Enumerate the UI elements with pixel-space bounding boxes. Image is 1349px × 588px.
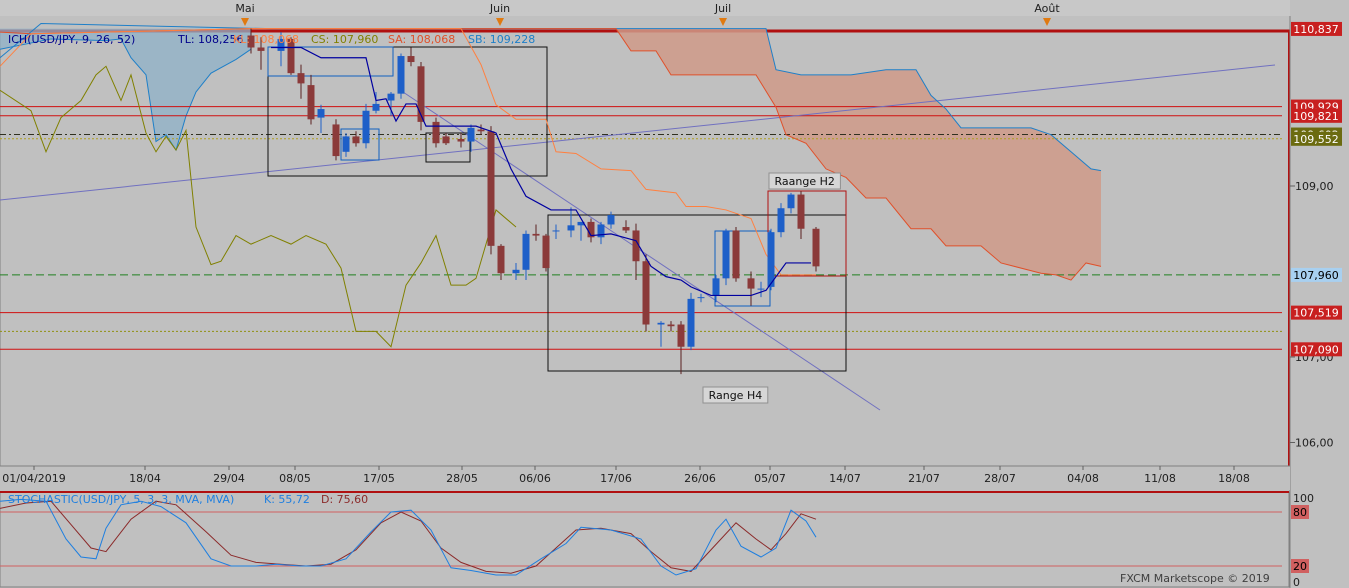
candle-body	[332, 124, 340, 157]
price-badge: 109,552	[1291, 131, 1342, 146]
annotation-range-h2[interactable]: Raange H2	[768, 172, 841, 190]
x-tick-label: 21/07	[908, 472, 940, 485]
stochastic-d-value: D: 75,60	[321, 493, 368, 506]
top-axis-bar	[0, 0, 1290, 16]
x-tick-label: 17/06	[600, 472, 632, 485]
candle-body	[712, 278, 720, 296]
stochastic-k-value: K: 55,72	[264, 493, 310, 506]
candle-body	[352, 136, 360, 144]
candle-body	[417, 66, 425, 122]
candle-body	[607, 215, 615, 225]
legend-value: SB: 109,228	[468, 33, 535, 46]
legend-symbol-label: ICH(USD/JPY, 9, 26, 52)	[8, 33, 135, 46]
y-tick-label: 109,00	[1295, 180, 1334, 193]
svg-text:Range H4: Range H4	[709, 389, 763, 402]
candle-body	[457, 138, 465, 142]
candle-body	[297, 73, 305, 84]
x-tick-label: 01/04/2019	[2, 472, 65, 485]
x-tick-label: 04/08	[1067, 472, 1099, 485]
candle-body	[257, 47, 265, 51]
candle-body	[777, 208, 785, 233]
month-label: Juil	[714, 2, 731, 15]
stochastic-axis-label: 20	[1293, 560, 1307, 573]
stochastic-axis-label: 100	[1293, 492, 1314, 505]
candle-body	[797, 194, 805, 229]
candle-body	[442, 136, 450, 144]
candle-body	[497, 245, 505, 274]
price-badge: 107,519	[1291, 305, 1342, 320]
svg-text:107,090: 107,090	[1293, 343, 1339, 356]
x-tick-label: 28/05	[446, 472, 478, 485]
candle-body	[397, 56, 405, 94]
candle-body	[697, 297, 705, 299]
svg-text:107,960: 107,960	[1293, 269, 1339, 282]
x-tick-label: 08/05	[279, 472, 311, 485]
x-tick-label: 17/05	[363, 472, 395, 485]
candle-body	[342, 136, 350, 152]
svg-text:109,821: 109,821	[1293, 110, 1339, 123]
price-badge: 107,960	[1291, 267, 1342, 282]
x-tick-label: 18/08	[1218, 472, 1250, 485]
stochastic-axis-label: 80	[1293, 506, 1307, 519]
candle-body	[407, 56, 415, 63]
x-tick-label: 18/04	[129, 472, 161, 485]
price-badge: 109,821	[1291, 108, 1342, 123]
candle-body	[307, 85, 315, 120]
candle-body	[372, 103, 380, 111]
x-tick-label: 14/07	[829, 472, 861, 485]
candle-body	[567, 225, 575, 231]
legend-value: CS: 107,960	[311, 33, 378, 46]
month-label: Mai	[235, 2, 254, 15]
candle-body	[722, 230, 730, 279]
candle-body	[542, 235, 550, 269]
stochastic-label: STOCHASTIC(USD/JPY, 5, 3, 3, MVA, MVA)	[8, 493, 234, 506]
candle-body	[432, 121, 440, 144]
y-tick-label: 106,00	[1295, 437, 1334, 450]
candle-body	[677, 324, 685, 347]
stochastic-axis-label: 0	[1293, 576, 1300, 588]
price-badge: 110,837	[1291, 21, 1342, 36]
candle-body	[787, 194, 795, 209]
svg-text:110,837: 110,837	[1293, 23, 1339, 36]
candle-body	[512, 269, 520, 274]
candle-body	[477, 129, 485, 132]
price-badge: 107,090	[1291, 342, 1342, 357]
candle-body	[747, 278, 755, 289]
candle-body	[667, 324, 675, 327]
svg-text:107,519: 107,519	[1293, 307, 1339, 320]
candle-body	[522, 233, 530, 270]
x-tick-label: 29/04	[213, 472, 245, 485]
x-tick-label: 05/07	[754, 472, 786, 485]
candle-body	[657, 322, 665, 325]
candle-body	[362, 110, 370, 144]
candle-body	[687, 298, 695, 347]
ichimoku-chart: 01/04/2019 18/04 29/04 08/05 17/05 28/05 06/06…	[0, 0, 1349, 588]
x-tick-label: 11/08	[1144, 472, 1176, 485]
legend-value: SA: 108,068	[388, 33, 455, 46]
candle-body	[387, 93, 395, 101]
candle-body	[467, 127, 475, 142]
candle-body	[622, 227, 630, 231]
candle-body	[767, 232, 775, 287]
candle-body	[487, 131, 495, 246]
watermark: FXCM Marketscope © 2019	[1120, 572, 1270, 585]
candle-body	[642, 261, 650, 325]
candle-body	[532, 233, 540, 236]
legend-value: KL: 108,068	[233, 33, 299, 46]
candle-body	[552, 230, 560, 232]
stochastic-panel	[0, 491, 1290, 588]
month-label: Août	[1034, 2, 1060, 15]
candle-body	[317, 109, 325, 118]
candle-body	[732, 230, 740, 279]
x-tick-label: 06/06	[519, 472, 551, 485]
month-label: Juin	[489, 2, 510, 15]
candle-body	[757, 288, 765, 290]
candle-body	[812, 228, 820, 267]
x-tick-label: 26/06	[684, 472, 716, 485]
svg-text:109,552: 109,552	[1293, 133, 1339, 146]
svg-text:Raange H2: Raange H2	[775, 175, 835, 188]
x-tick-label: 28/07	[984, 472, 1016, 485]
annotation-range-h4[interactable]: Range H4	[702, 386, 769, 404]
